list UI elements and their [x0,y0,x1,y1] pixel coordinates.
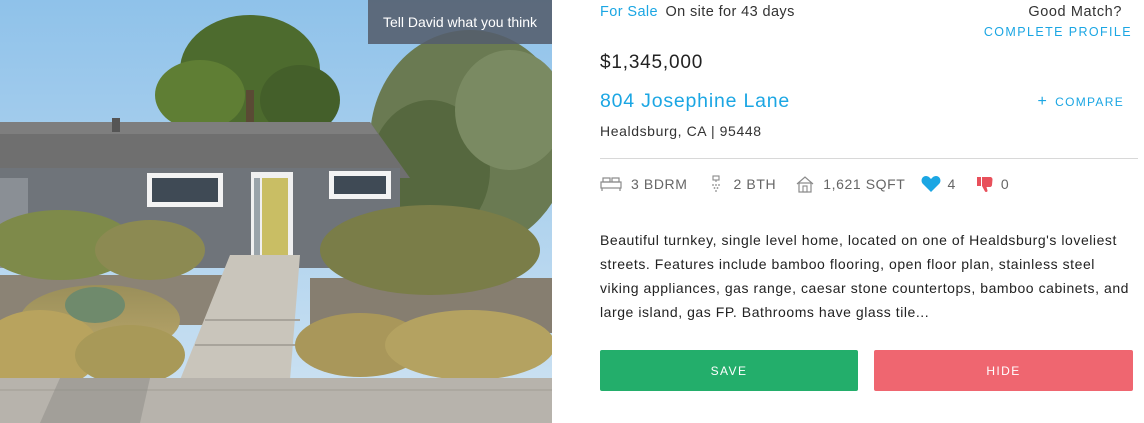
stats-row: 3 BDRM 2 BTH 1,621 SQFT 4 0 [600,172,1009,196]
status-line: For Sale On site for 43 days [600,4,795,20]
heart-icon [922,176,941,192]
listing-details: For Sale On site for 43 days Good Match?… [600,0,1138,423]
like-button[interactable]: 4 [921,175,955,193]
match-box: Good Match? COMPLETE PROFILE [984,3,1132,39]
bathrooms-value: 2 BTH [733,176,777,192]
stat-sqft: 1,621 SQFT [796,175,906,193]
save-button[interactable]: SAVE [600,350,858,391]
compare-label: COMPARE [1055,95,1124,109]
feedback-tab[interactable]: Tell David what you think [368,0,552,44]
bedrooms-value: 3 BDRM [631,176,688,192]
city-zip: Healdsburg, CA | 95448 [600,123,762,139]
hide-button[interactable]: HIDE [874,350,1133,391]
address-link[interactable]: 804 Josephine Lane [600,90,790,113]
house-icon [796,175,814,193]
match-question: Good Match? [1028,4,1122,20]
listing-photo[interactable]: Tell David what you think [0,0,552,423]
listing-price: $1,345,000 [600,52,704,73]
dislike-button[interactable]: 0 [976,175,1009,193]
days-on-site: On site for 43 days [665,4,795,20]
likes-count: 4 [947,176,956,192]
house-photo-illustration [0,0,552,423]
thumbs-down-icon [976,177,993,193]
complete-profile-link[interactable]: COMPLETE PROFILE [984,25,1132,39]
shower-icon [711,175,720,192]
dislikes-count: 0 [1000,176,1010,192]
listing-description: Beautiful turnkey, single level home, lo… [600,232,1129,320]
stat-bathrooms: 2 BTH [710,175,777,193]
status-badge: For Sale [600,4,658,20]
stat-bedrooms: 3 BDRM [600,176,688,192]
bed-icon [600,177,622,191]
sqft-value: 1,621 SQFT [823,176,906,192]
plus-icon: + [1037,93,1049,110]
divider [600,158,1138,159]
compare-button[interactable]: + COMPARE [1037,93,1124,110]
